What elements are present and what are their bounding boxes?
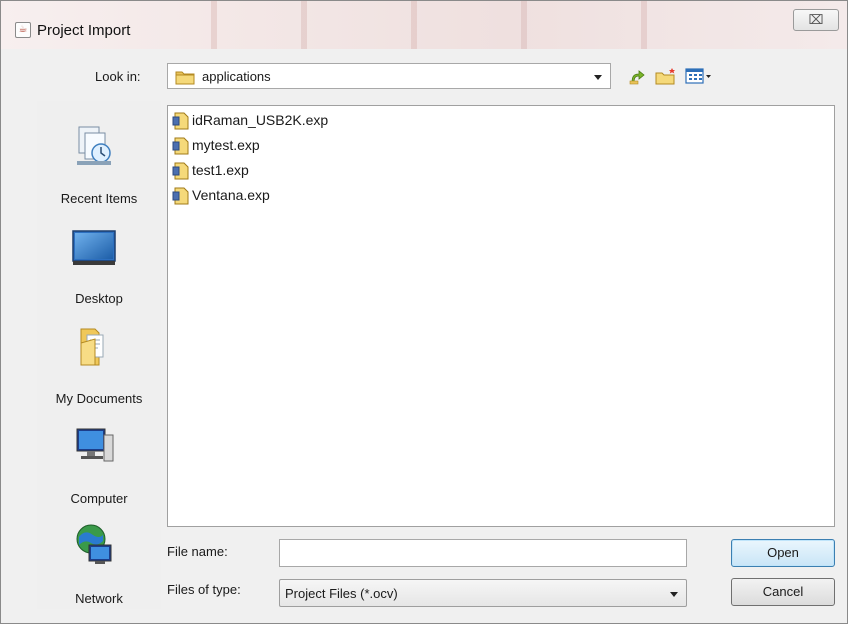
place-label: Computer <box>70 491 128 506</box>
file-name: test1.exp <box>192 162 249 178</box>
place-recent-items[interactable]: Recent Items <box>37 123 161 209</box>
place-desktop[interactable]: Desktop <box>37 223 161 309</box>
file-name: Ventana.exp <box>192 187 270 203</box>
place-my-documents[interactable]: My Documents <box>37 323 161 409</box>
create-new-folder-icon[interactable] <box>655 67 677 85</box>
places-sidebar: Recent Items Desktop My Documents Comput… <box>37 101 161 609</box>
up-one-level-icon[interactable] <box>629 67 645 85</box>
recent-items-icon <box>77 126 111 165</box>
project-file-icon <box>172 187 189 205</box>
place-network[interactable]: Network <box>37 523 161 609</box>
project-file-icon <box>172 137 189 155</box>
close-button[interactable]: ⌧ <box>793 9 839 31</box>
place-computer[interactable]: Computer <box>37 423 161 509</box>
look-in-combo[interactable]: applications <box>167 63 611 89</box>
project-import-dialog: ☕ Project Import ⌧ Look in: applications <box>0 0 848 624</box>
place-label: Network <box>75 591 123 606</box>
desktop-icon <box>72 230 116 265</box>
file-list[interactable]: idRaman_USB2K.exp mytest.exp test1.exp V… <box>167 105 835 527</box>
folder-icon <box>175 71 195 85</box>
place-label: Desktop <box>75 291 123 306</box>
file-type-label: Files of type: <box>167 582 241 597</box>
title-bar[interactable]: ☕ Project Import ⌧ <box>1 1 847 49</box>
computer-icon <box>76 428 114 462</box>
look-in-value: applications <box>202 69 271 84</box>
java-app-icon: ☕ <box>15 22 31 38</box>
network-globe-icon <box>76 524 112 564</box>
cancel-button[interactable]: Cancel <box>731 578 835 606</box>
chevron-down-icon <box>670 592 678 597</box>
file-type-select[interactable]: Project Files (*.ocv) <box>279 579 687 607</box>
look-in-label: Look in: <box>95 69 141 84</box>
file-name-label: File name: <box>167 544 228 559</box>
open-button[interactable]: Open <box>731 539 835 567</box>
project-file-icon <box>172 112 189 130</box>
file-name-input[interactable] <box>279 539 687 567</box>
chevron-down-icon <box>594 75 602 80</box>
file-name: mytest.exp <box>192 137 260 153</box>
file-name: idRaman_USB2K.exp <box>192 112 329 128</box>
project-file-icon <box>172 162 189 180</box>
documents-folder-icon <box>80 328 104 366</box>
file-type-value: Project Files (*.ocv) <box>285 586 398 601</box>
place-label: Recent Items <box>60 191 138 206</box>
place-label: My Documents <box>55 391 143 406</box>
view-menu-icon[interactable] <box>685 67 713 85</box>
window-title: Project Import <box>37 22 131 39</box>
